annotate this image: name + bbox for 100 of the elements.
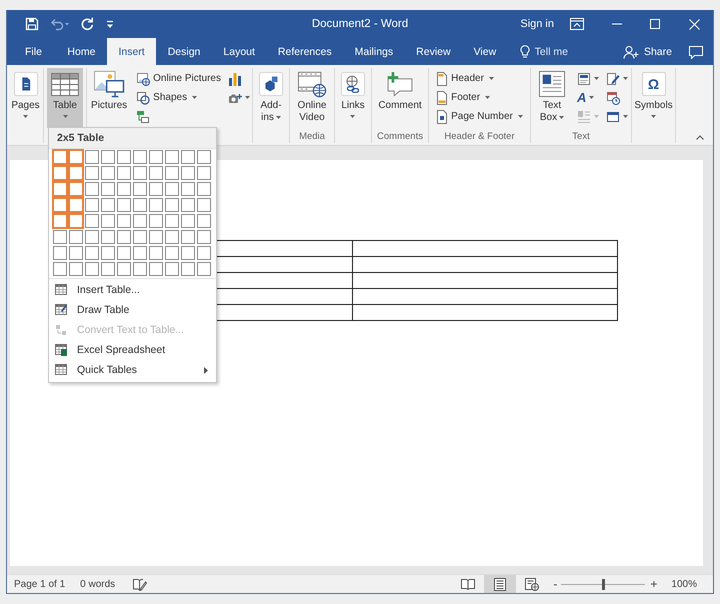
grid-cell[interactable] (133, 214, 147, 228)
grid-cell[interactable] (68, 197, 84, 213)
grid-cell[interactable] (133, 150, 147, 164)
comment-icon[interactable] (688, 44, 704, 58)
grid-cell[interactable] (52, 213, 68, 229)
grid-cell[interactable] (165, 246, 179, 260)
grid-cell[interactable] (149, 198, 163, 212)
grid-cell[interactable] (197, 230, 211, 244)
grid-cell[interactable] (101, 182, 115, 196)
grid-cell[interactable] (117, 198, 131, 212)
grid-cell[interactable] (165, 150, 179, 164)
footer-button[interactable]: Footer (434, 88, 525, 107)
grid-cell[interactable] (197, 246, 211, 260)
menu-item[interactable]: Quick Tables (49, 360, 216, 380)
grid-cell[interactable] (68, 165, 84, 181)
print-layout-button[interactable] (484, 575, 516, 593)
grid-cell[interactable] (133, 262, 147, 276)
comment-button[interactable]: Comment (374, 68, 426, 128)
grid-cell[interactable] (101, 230, 115, 244)
grid-cell[interactable] (197, 182, 211, 196)
grid-cell[interactable] (69, 262, 83, 276)
pages-button[interactable]: Pages (7, 68, 44, 128)
grid-cell[interactable] (52, 149, 68, 165)
ribbon-tab[interactable]: View (462, 38, 508, 65)
grid-cell[interactable] (68, 213, 84, 229)
ribbon-tab[interactable]: Design (156, 38, 212, 65)
zoom-out-button[interactable]: - (553, 577, 558, 591)
slider-thumb[interactable] (602, 578, 606, 590)
grid-cell[interactable] (52, 181, 68, 197)
grid-cell[interactable] (101, 166, 115, 180)
shapes-button[interactable]: Shapes (134, 88, 223, 107)
grid-cell[interactable] (133, 230, 147, 244)
diagram-icon[interactable] (136, 110, 150, 124)
grid-cell[interactable] (197, 198, 211, 212)
grid-cell[interactable] (181, 198, 195, 212)
bar-chart-icon[interactable] (228, 72, 242, 86)
save-icon[interactable] (25, 17, 39, 31)
grid-cell[interactable] (197, 150, 211, 164)
grid-cell[interactable] (68, 181, 84, 197)
grid-cell[interactable] (53, 246, 67, 260)
grid-cell[interactable] (165, 166, 179, 180)
grid-cell[interactable] (149, 246, 163, 260)
redo-icon[interactable] (80, 17, 94, 31)
grid-cell[interactable] (117, 230, 131, 244)
menu-item[interactable]: Excel Spreadsheet (49, 340, 216, 360)
grid-cell[interactable] (149, 230, 163, 244)
add-ins-button[interactable]: Add-ins (253, 68, 289, 128)
close-icon[interactable] (689, 18, 700, 30)
pictures-button[interactable]: Pictures (87, 68, 132, 128)
grid-cell[interactable] (101, 214, 115, 228)
grid-cell[interactable] (181, 262, 195, 276)
grid-cell[interactable] (197, 214, 211, 228)
minimize-icon[interactable] (612, 23, 622, 25)
zoom-in-button[interactable]: + (650, 577, 658, 591)
grid-cell[interactable] (85, 182, 99, 196)
ribbon-tab[interactable]: File (11, 38, 56, 65)
grid-cell[interactable] (181, 214, 195, 228)
grid-cell[interactable] (149, 166, 163, 180)
grid-cell[interactable] (101, 198, 115, 212)
grid-cell[interactable] (133, 246, 147, 260)
grid-cell[interactable] (149, 150, 163, 164)
online-video-button[interactable]: Online Video (292, 68, 332, 128)
grid-cell[interactable] (165, 214, 179, 228)
grid-cell[interactable] (101, 246, 115, 260)
online-pictures-button[interactable]: Online Pictures (134, 69, 223, 88)
grid-cell[interactable] (85, 198, 99, 212)
grid-cell[interactable] (69, 230, 83, 244)
grid-cell[interactable] (149, 262, 163, 276)
grid-cell[interactable] (165, 182, 179, 196)
grid-cell[interactable] (117, 182, 131, 196)
ribbon-tab[interactable]: Review (404, 38, 462, 65)
ribbon-tab[interactable]: Layout (212, 38, 266, 65)
wordart-button[interactable]: A (575, 88, 601, 107)
grid-cell[interactable] (197, 262, 211, 276)
grid-cell[interactable] (53, 230, 67, 244)
ribbon-tab[interactable]: Home (56, 38, 107, 65)
grid-cell[interactable] (85, 214, 99, 228)
grid-cell[interactable] (181, 246, 195, 260)
grid-cell[interactable] (165, 262, 179, 276)
grid-cell[interactable] (181, 150, 195, 164)
grid-cell[interactable] (181, 230, 195, 244)
grid-cell[interactable] (165, 230, 179, 244)
chevron-up-icon[interactable] (696, 135, 704, 140)
grid-cell[interactable] (117, 262, 131, 276)
grid-cell[interactable] (117, 214, 131, 228)
grid-cell[interactable] (52, 165, 68, 181)
ribbon-tab[interactable]: References (266, 38, 344, 65)
grid-cell[interactable] (85, 246, 99, 260)
grid-cell[interactable] (149, 182, 163, 196)
symbols-button[interactable]: Ω Symbols (630, 68, 677, 128)
proofing-icon[interactable] (133, 578, 148, 590)
grid-cell[interactable] (85, 150, 99, 164)
sign-in-link[interactable]: Sign in (520, 18, 554, 30)
grid-cell[interactable] (85, 166, 99, 180)
grid-cell[interactable] (133, 182, 147, 196)
grid-cell[interactable] (133, 166, 147, 180)
text-box-button[interactable]: Text Box (532, 68, 572, 128)
header-button[interactable]: Header (434, 69, 525, 88)
ribbon-tab[interactable]: Insert (106, 38, 156, 65)
grid-cell[interactable] (69, 246, 83, 260)
